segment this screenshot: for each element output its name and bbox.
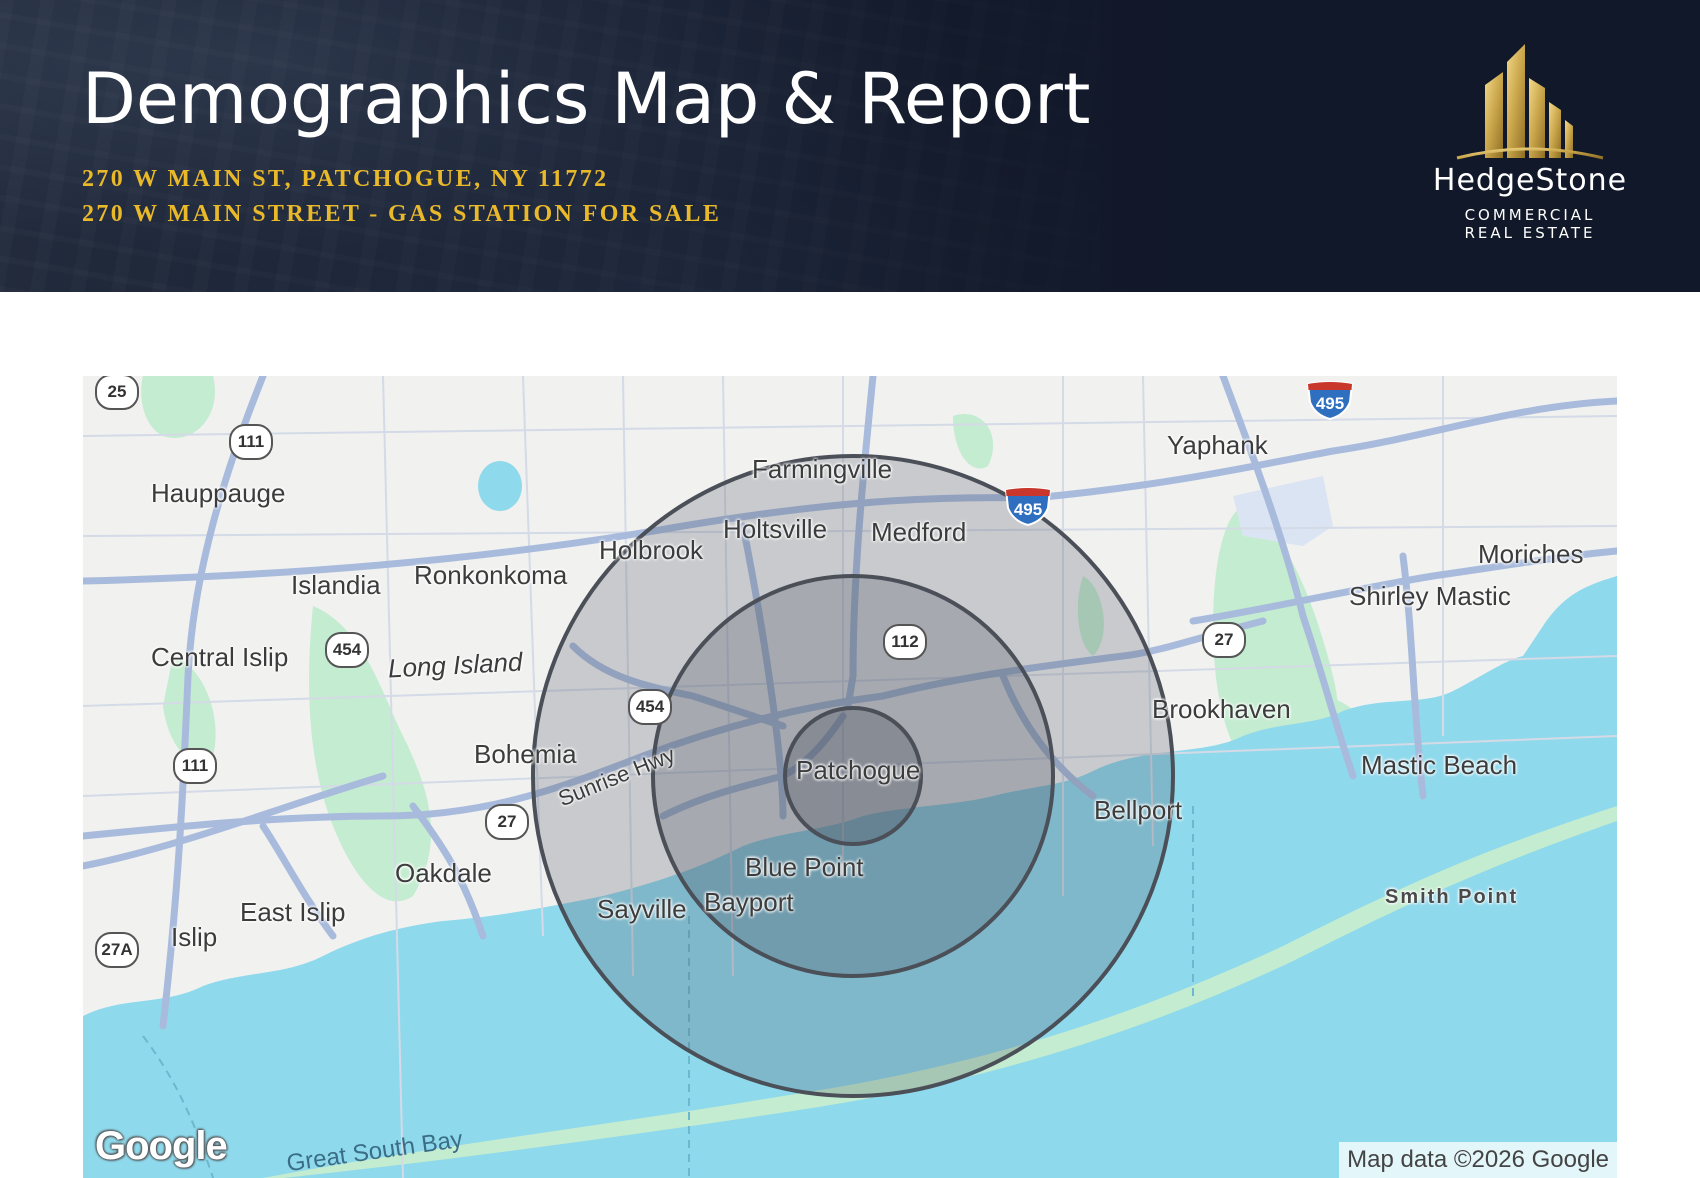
place-label-ronkonkoma: Ronkonkoma <box>414 560 568 590</box>
place-label-yaphank: Yaphank <box>1167 430 1268 460</box>
route-shield-111-north: 111 <box>229 424 273 460</box>
place-label-holtsville: Holtsville <box>723 514 828 544</box>
demographics-map[interactable]: Farmingville Yaphank Hauppauge Holtsvill… <box>83 376 1617 1178</box>
place-label-islandia: Islandia <box>291 570 381 600</box>
route-shield-27a: 27A <box>95 932 139 968</box>
place-label-blue-point: Blue Point <box>745 852 864 882</box>
interstate-shield-495-east: 495 <box>1305 380 1355 420</box>
route-shield-27-west: 27 <box>485 804 529 840</box>
place-label-holbrook: Holbrook <box>599 535 704 565</box>
place-label-bohemia: Bohemia <box>474 739 577 769</box>
place-label-brookhaven: Brookhaven <box>1152 694 1291 724</box>
place-label-moriches: Moriches <box>1478 539 1584 569</box>
place-label-shirley-mastic: Shirley Mastic <box>1349 581 1511 611</box>
route-shield-112: 112 <box>883 624 927 660</box>
place-label-medford: Medford <box>871 517 967 547</box>
interstate-shield-495-west: 495 <box>1003 486 1053 526</box>
place-label-bellport: Bellport <box>1094 795 1183 825</box>
place-label-islip: Islip <box>171 922 218 952</box>
place-label-mastic-beach: Mastic Beach <box>1361 750 1518 780</box>
report-header: Demographics Map & Report 270 W MAIN ST,… <box>0 0 1700 292</box>
logo-tagline-2: REAL ESTATE <box>1464 224 1596 242</box>
logo-tagline-1: COMMERCIAL <box>1464 206 1596 224</box>
map-attribution[interactable]: Map data ©2026 Google <box>1339 1142 1617 1178</box>
place-label-patchogue: Patchogue <box>796 755 921 785</box>
place-label-smith-point: Smith Point <box>1385 886 1519 908</box>
route-shield-454-west: 454 <box>325 632 369 668</box>
page-title: Demographics Map & Report <box>82 58 1091 140</box>
place-label-hauppauge: Hauppauge <box>151 478 286 508</box>
place-label-oakdale: Oakdale <box>395 858 492 888</box>
interstate-495-west-label: 495 <box>1014 500 1042 519</box>
route-shield-25: 25 <box>95 376 139 410</box>
place-label-sayville: Sayville <box>597 894 687 924</box>
place-label-bayport: Bayport <box>704 887 794 917</box>
hedgestone-logo: HedgeStone COMMERCIAL REAL ESTATE <box>1420 40 1640 250</box>
property-description: 270 W MAIN STREET - GAS STATION FOR SALE <box>82 201 722 227</box>
route-shield-111-south: 111 <box>173 748 217 784</box>
logo-name: HedgeStone <box>1432 163 1628 198</box>
property-address: 270 W MAIN ST, PATCHOGUE, NY 11772 <box>82 166 609 192</box>
buildings-logo-icon <box>1456 44 1604 160</box>
place-label-east-islip: East Islip <box>240 897 346 927</box>
lake-ronkonkoma <box>478 461 522 511</box>
route-shield-27-east: 27 <box>1202 622 1246 658</box>
route-shield-454-east: 454 <box>628 689 672 725</box>
interstate-495-east-label: 495 <box>1316 394 1344 413</box>
place-label-central-islip: Central Islip <box>151 642 289 672</box>
google-logo[interactable]: Google <box>95 1124 228 1169</box>
place-label-farmingville: Farmingville <box>752 454 893 484</box>
